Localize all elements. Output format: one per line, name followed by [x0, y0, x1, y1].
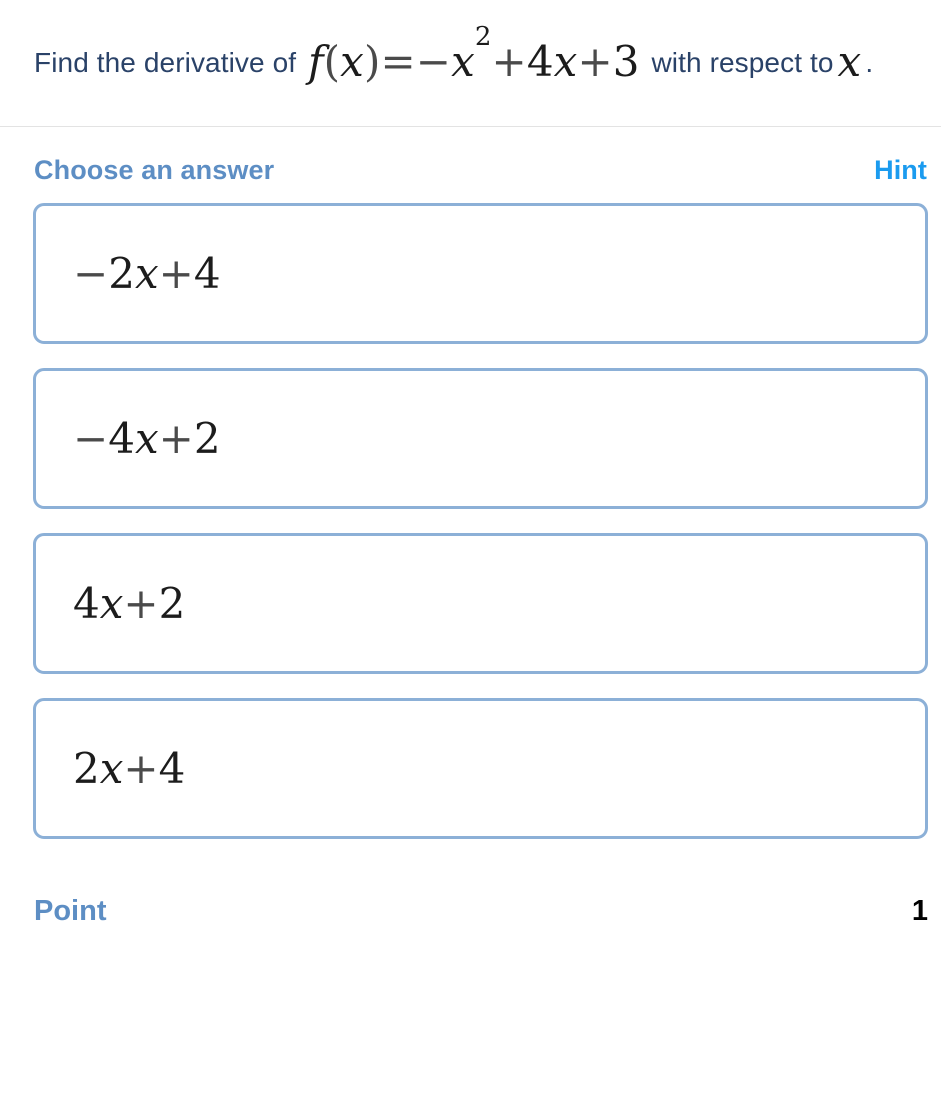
- option-1-minus-sign: −: [73, 249, 109, 298]
- formula-plus-sign-1: +: [491, 37, 527, 86]
- option-2-coefficient: 4: [108, 414, 135, 463]
- question-lead-text: Find the derivative of: [34, 47, 297, 78]
- question-variable: x: [837, 37, 862, 86]
- point-row: Point 1: [0, 863, 941, 928]
- option-2-plus-sign: +: [158, 414, 194, 463]
- formula-plus-sign-2: +: [577, 37, 613, 86]
- formula-variable-1: x: [340, 37, 364, 86]
- formula-variable-3: x: [553, 37, 578, 86]
- option-2-constant: 2: [193, 414, 221, 463]
- formula-exponent: 2: [474, 21, 492, 52]
- answer-option-3-math: 4x+2: [36, 579, 185, 628]
- formula-close-paren: ): [363, 37, 381, 86]
- question-mid-text: with: [651, 47, 702, 78]
- answer-option-4[interactable]: 2x+4: [33, 698, 928, 839]
- question-period: .: [865, 47, 874, 78]
- answer-option-3[interactable]: 4x+2: [33, 533, 928, 674]
- option-4-constant: 4: [158, 744, 186, 793]
- option-3-variable: x: [99, 579, 124, 628]
- hint-button[interactable]: Hint: [874, 155, 927, 186]
- formula-variable-2: x: [451, 37, 475, 86]
- point-label: Point: [34, 895, 107, 927]
- option-3-plus-sign: +: [123, 579, 159, 628]
- formula-coefficient-4: 4: [526, 37, 554, 86]
- option-1-variable: x: [134, 249, 159, 298]
- option-4-variable: x: [99, 744, 124, 793]
- formula-constant-3: 3: [612, 37, 640, 86]
- answers-header: Choose an answer Hint: [0, 127, 941, 186]
- question-text: Find the derivative of f(x)=−x2+4x+3 wit…: [34, 24, 907, 96]
- answer-option-2[interactable]: −4x+2: [33, 368, 928, 509]
- answer-option-2-math: −4x+2: [36, 414, 221, 463]
- option-1-constant: 4: [193, 249, 221, 298]
- question-tail-text: respect to: [709, 47, 834, 78]
- question-formula: f(x)=−x2+4x+3: [304, 24, 644, 86]
- formula-open-paren: (: [323, 37, 341, 86]
- point-value: 1: [911, 895, 928, 927]
- option-1-plus-sign: +: [158, 249, 194, 298]
- option-3-coefficient: 4: [73, 579, 100, 628]
- formula-equals-sign: =: [380, 37, 416, 86]
- formula-function-name: f: [308, 37, 324, 86]
- option-1-coefficient: 2: [108, 249, 135, 298]
- option-2-minus-sign: −: [73, 414, 109, 463]
- answer-option-1[interactable]: −2x+4: [33, 203, 928, 344]
- choose-an-answer-label: Choose an answer: [34, 155, 275, 185]
- option-4-coefficient: 2: [73, 744, 100, 793]
- answer-options-list: −2x+4 −4x+2 4x+2 2x+4: [0, 186, 941, 839]
- option-3-constant: 2: [158, 579, 186, 628]
- answer-option-4-math: 2x+4: [36, 744, 185, 793]
- option-2-variable: x: [134, 414, 159, 463]
- question-area: Find the derivative of f(x)=−x2+4x+3 wit…: [0, 0, 941, 96]
- answer-option-1-math: −2x+4: [36, 249, 221, 298]
- formula-minus-sign: −: [415, 37, 452, 86]
- option-4-plus-sign: +: [123, 744, 159, 793]
